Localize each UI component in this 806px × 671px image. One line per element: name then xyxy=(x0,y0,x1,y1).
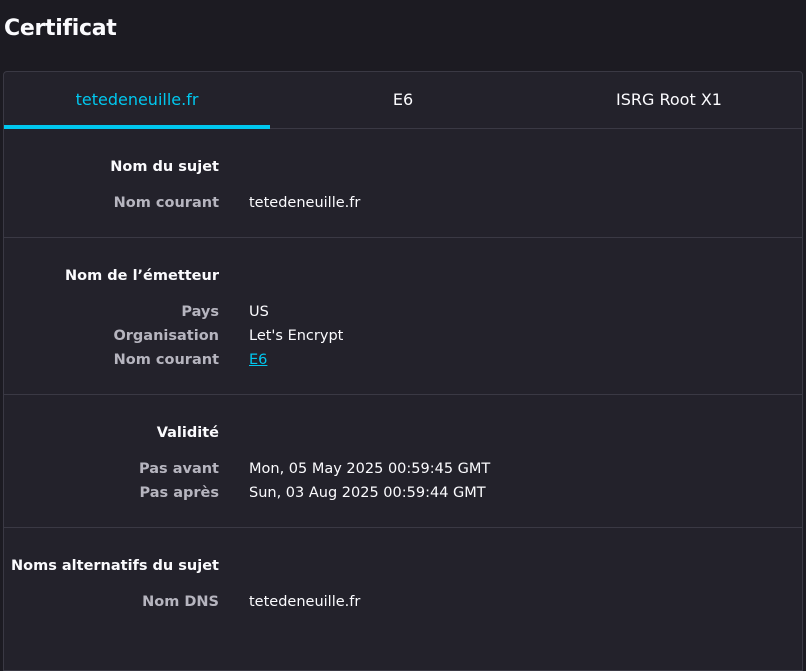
field-value-organization: Let's Encrypt xyxy=(249,328,344,344)
field-value-common-name: tetedeneuille.fr xyxy=(249,195,361,211)
field-label-common-name: Nom courant xyxy=(113,195,219,211)
certificate-tabs: tetedeneuille.fr E6 ISRG Root X1 xyxy=(4,72,802,129)
field-row-dns-name: Nom DNS tetedeneuille.fr xyxy=(4,590,802,614)
field-value-dns-name: tetedeneuille.fr xyxy=(249,594,361,610)
field-label-not-before: Pas avant xyxy=(139,461,219,477)
section-heading-subject: Nom du sujet xyxy=(110,159,219,175)
subject-alt-names-section: Noms alternatifs du sujet Nom DNS tetede… xyxy=(4,528,802,636)
issuer-certificate-link[interactable]: E6 xyxy=(249,352,267,368)
issuer-name-section: Nom de l’émetteur Pays US Organisation L… xyxy=(4,238,802,395)
field-label-organization: Organisation xyxy=(113,328,219,344)
field-row-issuer-organization: Organisation Let's Encrypt xyxy=(4,324,802,348)
field-label-not-after: Pas après xyxy=(139,485,219,501)
tab-intermediate-certificate[interactable]: E6 xyxy=(270,72,536,128)
page-title: Certificat xyxy=(4,16,117,41)
field-label-country: Pays xyxy=(181,304,219,320)
certificate-panel: tetedeneuille.fr E6 ISRG Root X1 Nom du … xyxy=(3,71,803,671)
tab-leaf-certificate[interactable]: tetedeneuille.fr xyxy=(4,72,270,129)
field-row-issuer-common-name: Nom courant E6 xyxy=(4,348,802,372)
subject-name-section: Nom du sujet Nom courant tetedeneuille.f… xyxy=(4,129,802,238)
field-value-not-after: Sun, 03 Aug 2025 00:59:44 GMT xyxy=(249,485,486,501)
field-row-not-before: Pas avant Mon, 05 May 2025 00:59:45 GMT xyxy=(4,457,802,481)
field-label-dns-name: Nom DNS xyxy=(142,594,219,610)
tab-root-certificate[interactable]: ISRG Root X1 xyxy=(536,72,802,128)
field-row-subject-common-name: Nom courant tetedeneuille.fr xyxy=(4,191,802,215)
section-heading-issuer: Nom de l’émetteur xyxy=(65,268,219,284)
section-heading-alt-names: Noms alternatifs du sujet xyxy=(11,558,219,574)
field-row-issuer-country: Pays US xyxy=(4,300,802,324)
validity-section: Validité Pas avant Mon, 05 May 2025 00:5… xyxy=(4,395,802,528)
field-row-not-after: Pas après Sun, 03 Aug 2025 00:59:44 GMT xyxy=(4,481,802,505)
field-label-issuer-common-name: Nom courant xyxy=(113,352,219,368)
section-heading-validity: Validité xyxy=(156,425,219,441)
field-value-country: US xyxy=(249,304,269,320)
field-value-not-before: Mon, 05 May 2025 00:59:45 GMT xyxy=(249,461,491,477)
